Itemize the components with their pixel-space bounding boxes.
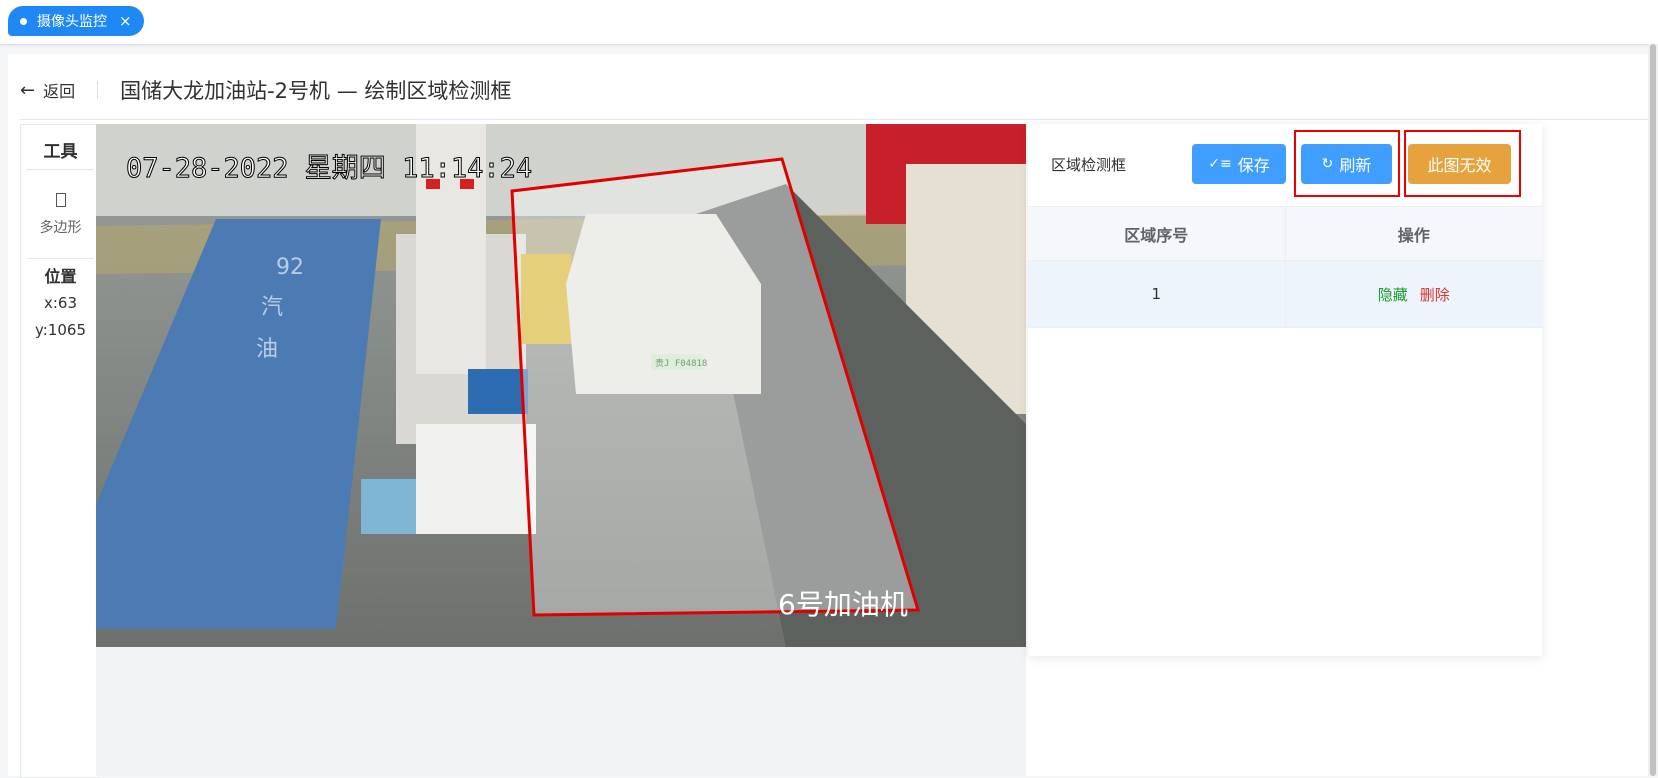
snack-rack <box>416 424 536 534</box>
camera-overlay-label: 6号加油机 <box>778 588 908 621</box>
water-bottles <box>468 369 528 414</box>
polygon-tool-button[interactable]: 多边形 <box>21 170 100 258</box>
tab-dot-icon <box>20 17 27 25</box>
back-label: 返回 <box>43 82 76 101</box>
camera-image[interactable]: 92 汽 油 贵J F04818 07-28-2022 星期四 11:14:24… <box>96 124 1026 647</box>
tab-camera-monitor[interactable]: 摄像头监控 × <box>8 6 144 36</box>
page-header: ← 返回 国储大龙加油站-2号机 — 绘制区域检测框 <box>20 76 511 104</box>
save-button[interactable]: ✓≡ 保存 <box>1192 144 1286 184</box>
highlight-refresh <box>1294 130 1400 197</box>
vertical-scrollbar[interactable] <box>1648 44 1658 776</box>
blue-bin <box>361 479 416 534</box>
position-readout: 位置 x:63 y:1065 <box>21 259 100 344</box>
pump-mark-92: 92 <box>276 255 304 280</box>
page-title: 国储大龙加油站-2号机 — 绘制区域检测框 <box>120 79 512 103</box>
back-button[interactable]: ← 返回 <box>20 78 75 102</box>
camera-timestamp: 07-28-2022 星期四 11:14:24 <box>126 153 532 184</box>
tools-title: 工具 <box>43 142 78 162</box>
scrollbar-thumb[interactable] <box>1650 44 1656 776</box>
row-index: 1 <box>1028 261 1286 327</box>
pump-mark-gas: 汽 <box>261 295 283 320</box>
drawing-canvas-area[interactable]: 92 汽 油 贵J F04818 07-28-2022 星期四 11:14:24… <box>96 124 1026 776</box>
table-header: 区域序号 操作 <box>1028 207 1542 261</box>
region-panel: 区域检测框 ✓≡ 保存 ↻ 刷新 此图无效 区域序号 操作 1 隐藏 删除 <box>1028 124 1542 656</box>
check-list-icon: ✓≡ <box>1208 156 1232 172</box>
region-panel-label: 区域检测框 <box>1051 156 1127 174</box>
hide-link[interactable]: 隐藏 <box>1378 284 1408 305</box>
save-label: 保存 <box>1237 156 1270 175</box>
highlight-invalid <box>1404 130 1521 197</box>
position-x: x:63 <box>43 294 78 312</box>
close-icon[interactable]: × <box>119 12 132 30</box>
polygon-tool-label: 多边形 <box>39 220 82 236</box>
table-row[interactable]: 1 隐藏 删除 <box>1028 261 1542 328</box>
column-header-actions: 操作 <box>1397 225 1430 245</box>
arrow-left-icon: ← <box>20 79 36 101</box>
polygon-icon <box>55 193 66 207</box>
position-y: y:1065 <box>34 321 86 339</box>
pump-mark-oil: 油 <box>256 337 278 362</box>
region-panel-header: 区域检测框 ✓≡ 保存 ↻ 刷新 此图无效 <box>1028 124 1542 207</box>
header-divider <box>97 81 99 99</box>
tab-bar: 摄像头监控 × <box>0 0 1658 45</box>
tool-column: 工具 多边形 位置 x:63 y:1065 <box>20 124 100 778</box>
column-header-index: 区域序号 <box>1028 207 1286 260</box>
tab-label: 摄像头监控 <box>37 14 107 30</box>
main-panel: ← 返回 国储大龙加油站-2号机 — 绘制区域检测框 工具 多边形 位置 x:6… <box>8 54 1648 778</box>
delete-link[interactable]: 删除 <box>1420 284 1450 305</box>
header-underline <box>20 119 1648 120</box>
position-title: 位置 <box>44 267 77 286</box>
row-actions: 隐藏 删除 <box>1286 261 1543 327</box>
